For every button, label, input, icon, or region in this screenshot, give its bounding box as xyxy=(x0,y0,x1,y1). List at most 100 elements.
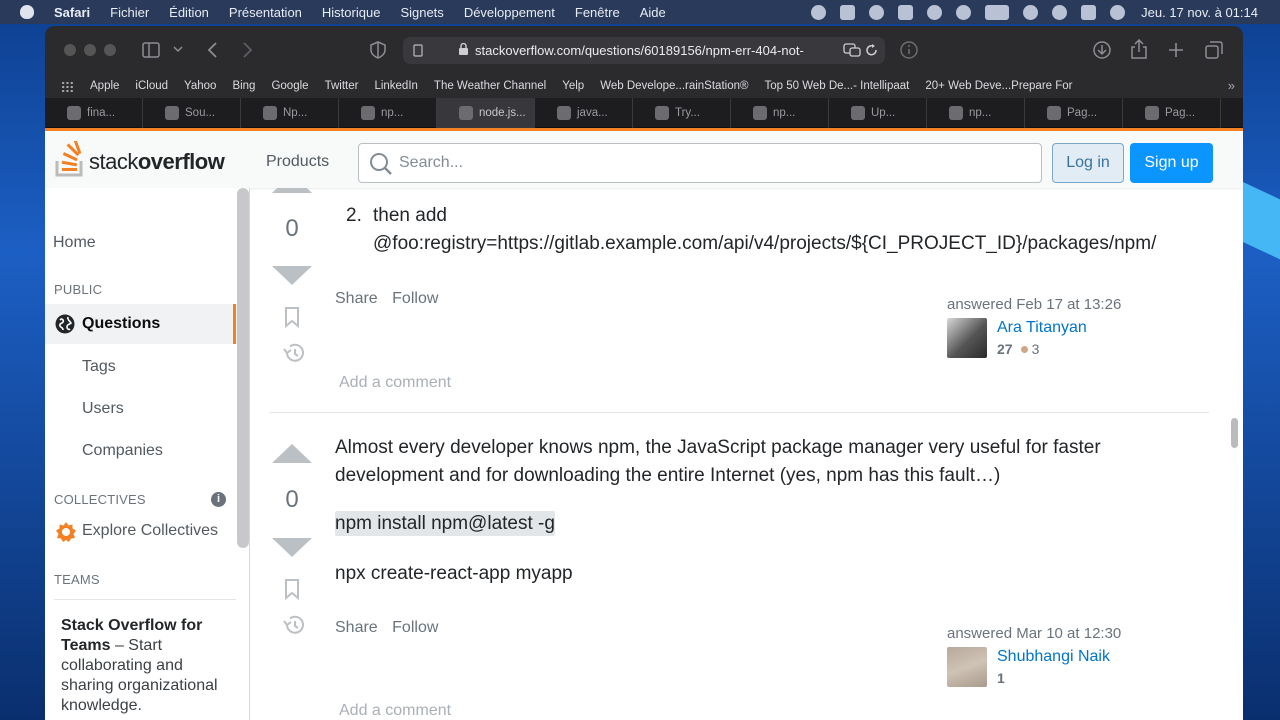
share-link[interactable]: Share xyxy=(335,619,378,636)
nav-companies-link[interactable]: Companies xyxy=(82,442,163,460)
tab[interactable]: fina... xyxy=(45,98,143,128)
menu-item-fenetre[interactable]: Fenêtre xyxy=(575,5,620,20)
wifi-icon[interactable] xyxy=(1023,4,1039,20)
sidebar-scrollbar[interactable] xyxy=(237,188,249,548)
menu-item-developpement[interactable]: Développement xyxy=(464,5,555,20)
new-tab-icon[interactable] xyxy=(1168,42,1184,58)
history-icon[interactable] xyxy=(282,614,306,636)
close-window-button[interactable] xyxy=(64,44,76,56)
user-name-link[interactable]: Ara Titanyan xyxy=(997,319,1087,337)
nav-explore-collectives-link[interactable]: Explore Collectives xyxy=(82,522,218,540)
log-in-button[interactable]: Log in xyxy=(1052,143,1124,183)
tab[interactable]: Pag... xyxy=(1025,98,1123,128)
products-menu-link[interactable]: Products xyxy=(266,153,329,171)
reload-icon[interactable] xyxy=(866,44,878,57)
menu-item-edition[interactable]: Édition xyxy=(169,5,209,20)
battery-icon[interactable] xyxy=(985,4,1010,20)
answered-date[interactable]: answered Mar 10 at 12:30 xyxy=(947,625,1167,642)
sign-up-button[interactable]: Sign up xyxy=(1130,143,1213,183)
search-input[interactable] xyxy=(399,152,1019,174)
page-scrollbar-thumb[interactable] xyxy=(1231,418,1238,448)
bookmark-apple[interactable]: Apple xyxy=(90,80,119,92)
follow-link[interactable]: Follow xyxy=(392,290,438,307)
bookmark-yelp[interactable]: Yelp xyxy=(562,80,584,92)
bookmark-intellipaat[interactable]: Top 50 Web De...- Intellipaat xyxy=(764,80,909,92)
info-icon[interactable]: i xyxy=(211,492,226,507)
menu-item-signets[interactable]: Signets xyxy=(400,5,443,20)
nav-questions-link[interactable]: Questions xyxy=(45,304,236,344)
avatar[interactable] xyxy=(947,647,987,687)
answered-date[interactable]: answered Feb 17 at 13:26 xyxy=(947,296,1167,313)
tab[interactable]: Try... xyxy=(633,98,731,128)
privacy-shield-icon[interactable] xyxy=(370,41,386,59)
bookmark-web-deve[interactable]: 20+ Web Deve...Prepare For xyxy=(925,80,1072,92)
control-center-icon[interactable] xyxy=(1081,4,1097,20)
status-app-icon[interactable] xyxy=(811,4,827,20)
play-icon[interactable] xyxy=(956,4,972,20)
stackoverflow-wordmark[interactable]: stackoverflow xyxy=(89,149,225,175)
bookmark-brainstation[interactable]: Web Develope...rainStation® xyxy=(600,80,748,92)
tab[interactable]: java... xyxy=(535,98,633,128)
user-icon[interactable] xyxy=(927,4,943,20)
follow-link[interactable]: Follow xyxy=(392,619,438,636)
downloads-icon[interactable] xyxy=(1093,41,1111,59)
menu-item-fichier[interactable]: Fichier xyxy=(110,5,149,20)
menu-app-name[interactable]: Safari xyxy=(54,5,90,20)
tab[interactable]: np... xyxy=(339,98,437,128)
share-icon[interactable] xyxy=(1131,39,1147,59)
translate-icon[interactable] xyxy=(843,43,861,57)
downvote-button[interactable] xyxy=(272,266,312,285)
bookmark-icloud[interactable]: iCloud xyxy=(135,80,168,92)
menu-item-historique[interactable]: Historique xyxy=(322,5,381,20)
tab[interactable]: np... xyxy=(927,98,1025,128)
url-text[interactable]: stackoverflow.com/questions/60189156/npm… xyxy=(475,43,831,58)
history-icon[interactable] xyxy=(282,342,306,364)
user-name-link[interactable]: Shubhangi Naik xyxy=(997,648,1110,666)
spotlight-search-icon[interactable] xyxy=(1052,4,1068,20)
search-box[interactable] xyxy=(358,143,1042,183)
time-machine-icon[interactable] xyxy=(869,4,885,20)
bookmark-twitter[interactable]: Twitter xyxy=(325,80,359,92)
nav-tags-link[interactable]: Tags xyxy=(82,358,116,376)
bookmark-yahoo[interactable]: Yahoo xyxy=(184,80,216,92)
bookmark-google[interactable]: Google xyxy=(271,80,308,92)
tab[interactable]: np... xyxy=(731,98,829,128)
malwarebytes-icon[interactable] xyxy=(840,4,856,20)
address-bar[interactable]: stackoverflow.com/questions/60189156/npm… xyxy=(403,37,885,64)
chevron-down-icon[interactable] xyxy=(173,46,183,54)
zoom-window-button[interactable] xyxy=(104,44,116,56)
stackoverflow-logo-icon[interactable] xyxy=(55,141,85,177)
add-comment-link[interactable]: Add a comment xyxy=(339,702,451,720)
tab[interactable]: Sou... xyxy=(143,98,241,128)
tab[interactable]: Pag... xyxy=(1123,98,1221,128)
tab[interactable]: Up... xyxy=(829,98,927,128)
favorites-grid-icon[interactable] xyxy=(61,80,74,92)
menu-item-aide[interactable]: Aide xyxy=(640,5,666,20)
bookmark-bing[interactable]: Bing xyxy=(232,80,255,92)
upvote-button[interactable] xyxy=(272,444,312,463)
tab[interactable]: Np... xyxy=(241,98,339,128)
bookmarks-overflow-icon[interactable]: » xyxy=(1228,78,1235,93)
menu-item-presentation[interactable]: Présentation xyxy=(229,5,302,20)
back-arrow-icon[interactable] xyxy=(207,42,217,58)
share-link[interactable]: Share xyxy=(335,290,378,307)
tab-active[interactable]: node.js... xyxy=(437,98,535,128)
bookmark-weather-channel[interactable]: The Weather Channel xyxy=(434,80,546,92)
bluetooth-icon[interactable] xyxy=(898,4,914,20)
siri-icon[interactable] xyxy=(1110,4,1126,20)
add-comment-link[interactable]: Add a comment xyxy=(339,374,451,392)
nav-users-link[interactable]: Users xyxy=(82,400,124,418)
reader-info-icon[interactable] xyxy=(900,41,918,59)
bookmark-icon[interactable] xyxy=(282,306,302,328)
apple-logo-icon[interactable] xyxy=(20,5,34,19)
bookmark-linkedin[interactable]: LinkedIn xyxy=(374,80,417,92)
upvote-button[interactable] xyxy=(272,188,312,193)
avatar[interactable] xyxy=(947,318,987,358)
sidebar-toggle-icon[interactable] xyxy=(142,42,160,58)
downvote-button[interactable] xyxy=(272,538,312,557)
tab-overview-icon[interactable] xyxy=(1205,41,1223,59)
minimize-window-button[interactable] xyxy=(84,44,96,56)
forward-arrow-icon[interactable] xyxy=(243,42,253,58)
bookmark-icon[interactable] xyxy=(282,578,302,600)
menubar-clock[interactable]: Jeu. 17 nov. à 01:14 xyxy=(1141,5,1258,20)
